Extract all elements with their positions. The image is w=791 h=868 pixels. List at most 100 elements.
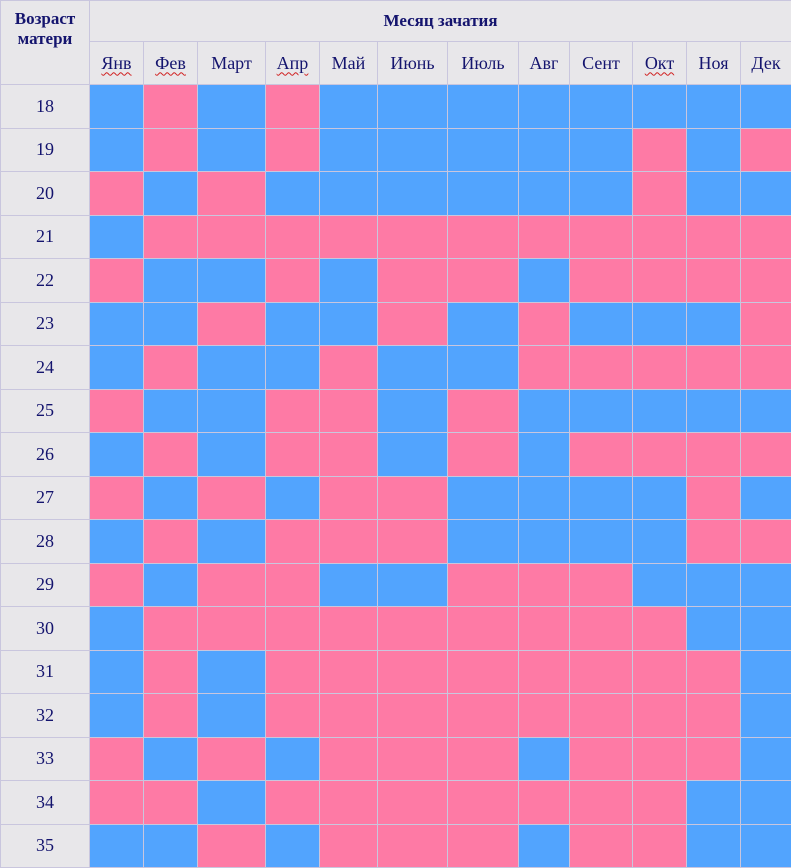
table-row: 31 — [1, 650, 791, 694]
boy-cell — [90, 607, 144, 651]
boy-cell — [144, 737, 198, 781]
boy-cell — [198, 259, 266, 303]
month-header: Фев — [144, 42, 198, 85]
age-cell: 28 — [1, 520, 90, 564]
girl-cell — [90, 172, 144, 216]
month-header: Окт — [633, 42, 687, 85]
girl-cell — [266, 563, 320, 607]
girl-cell — [448, 215, 519, 259]
boy-cell — [633, 389, 687, 433]
boy-cell — [519, 172, 570, 216]
boy-cell — [519, 433, 570, 477]
girl-cell — [687, 737, 741, 781]
girl-cell — [448, 433, 519, 477]
girl-cell — [448, 389, 519, 433]
girl-cell — [633, 215, 687, 259]
girl-cell — [144, 781, 198, 825]
girl-cell — [320, 781, 378, 825]
girl-cell — [570, 563, 633, 607]
girl-cell — [448, 607, 519, 651]
girl-cell — [320, 215, 378, 259]
girl-cell — [448, 694, 519, 738]
girl-cell — [519, 607, 570, 651]
girl-cell — [519, 346, 570, 390]
girl-cell — [378, 476, 448, 520]
boy-cell — [448, 476, 519, 520]
boy-cell — [144, 259, 198, 303]
girl-cell — [144, 85, 198, 129]
boy-cell — [741, 85, 791, 129]
girl-cell — [687, 433, 741, 477]
boy-cell — [198, 781, 266, 825]
girl-cell — [687, 215, 741, 259]
boy-cell — [378, 563, 448, 607]
age-cell: 33 — [1, 737, 90, 781]
boy-cell — [570, 172, 633, 216]
girl-cell — [198, 172, 266, 216]
month-label: Март — [211, 53, 252, 73]
age-cell: 26 — [1, 433, 90, 477]
boy-cell — [519, 259, 570, 303]
boy-cell — [741, 389, 791, 433]
girl-cell — [378, 694, 448, 738]
girl-cell — [198, 215, 266, 259]
girl-cell — [266, 128, 320, 172]
boy-cell — [144, 172, 198, 216]
boy-cell — [90, 433, 144, 477]
boy-cell — [90, 302, 144, 346]
boy-cell — [448, 128, 519, 172]
boy-cell — [90, 824, 144, 868]
boy-cell — [198, 346, 266, 390]
girl-cell — [378, 259, 448, 303]
boy-cell — [519, 737, 570, 781]
girl-cell — [519, 694, 570, 738]
month-label: Фев — [155, 53, 186, 73]
girl-cell — [687, 346, 741, 390]
girl-cell — [144, 520, 198, 564]
girl-cell — [378, 520, 448, 564]
boy-cell — [633, 476, 687, 520]
girl-cell — [687, 520, 741, 564]
girl-cell — [633, 824, 687, 868]
boy-cell — [378, 433, 448, 477]
boy-cell — [266, 346, 320, 390]
age-cell: 29 — [1, 563, 90, 607]
age-cell: 23 — [1, 302, 90, 346]
girl-cell — [90, 563, 144, 607]
table-row: 30 — [1, 607, 791, 651]
girl-cell — [320, 607, 378, 651]
girl-cell — [266, 520, 320, 564]
boy-cell — [687, 85, 741, 129]
girl-cell — [741, 259, 791, 303]
month-label: Сент — [582, 53, 620, 73]
girl-cell — [448, 824, 519, 868]
boy-cell — [741, 824, 791, 868]
girl-cell — [144, 346, 198, 390]
month-label: Апр — [277, 53, 309, 73]
girl-cell — [448, 650, 519, 694]
girl-cell — [320, 694, 378, 738]
table-row: 22 — [1, 259, 791, 303]
girl-cell — [144, 215, 198, 259]
girl-cell — [633, 346, 687, 390]
age-cell: 34 — [1, 781, 90, 825]
boy-cell — [519, 389, 570, 433]
boy-cell — [266, 476, 320, 520]
girl-cell — [266, 433, 320, 477]
age-cell: 24 — [1, 346, 90, 390]
girl-cell — [198, 563, 266, 607]
age-cell: 21 — [1, 215, 90, 259]
boy-cell — [519, 520, 570, 564]
girl-cell — [378, 781, 448, 825]
boy-cell — [519, 128, 570, 172]
boy-cell — [633, 563, 687, 607]
boy-cell — [519, 85, 570, 129]
girl-cell — [320, 650, 378, 694]
table-row: 25 — [1, 389, 791, 433]
month-label: Авг — [530, 53, 559, 73]
girl-cell — [320, 389, 378, 433]
table-row: 19 — [1, 128, 791, 172]
boy-cell — [198, 694, 266, 738]
girl-cell — [320, 476, 378, 520]
age-cell: 25 — [1, 389, 90, 433]
